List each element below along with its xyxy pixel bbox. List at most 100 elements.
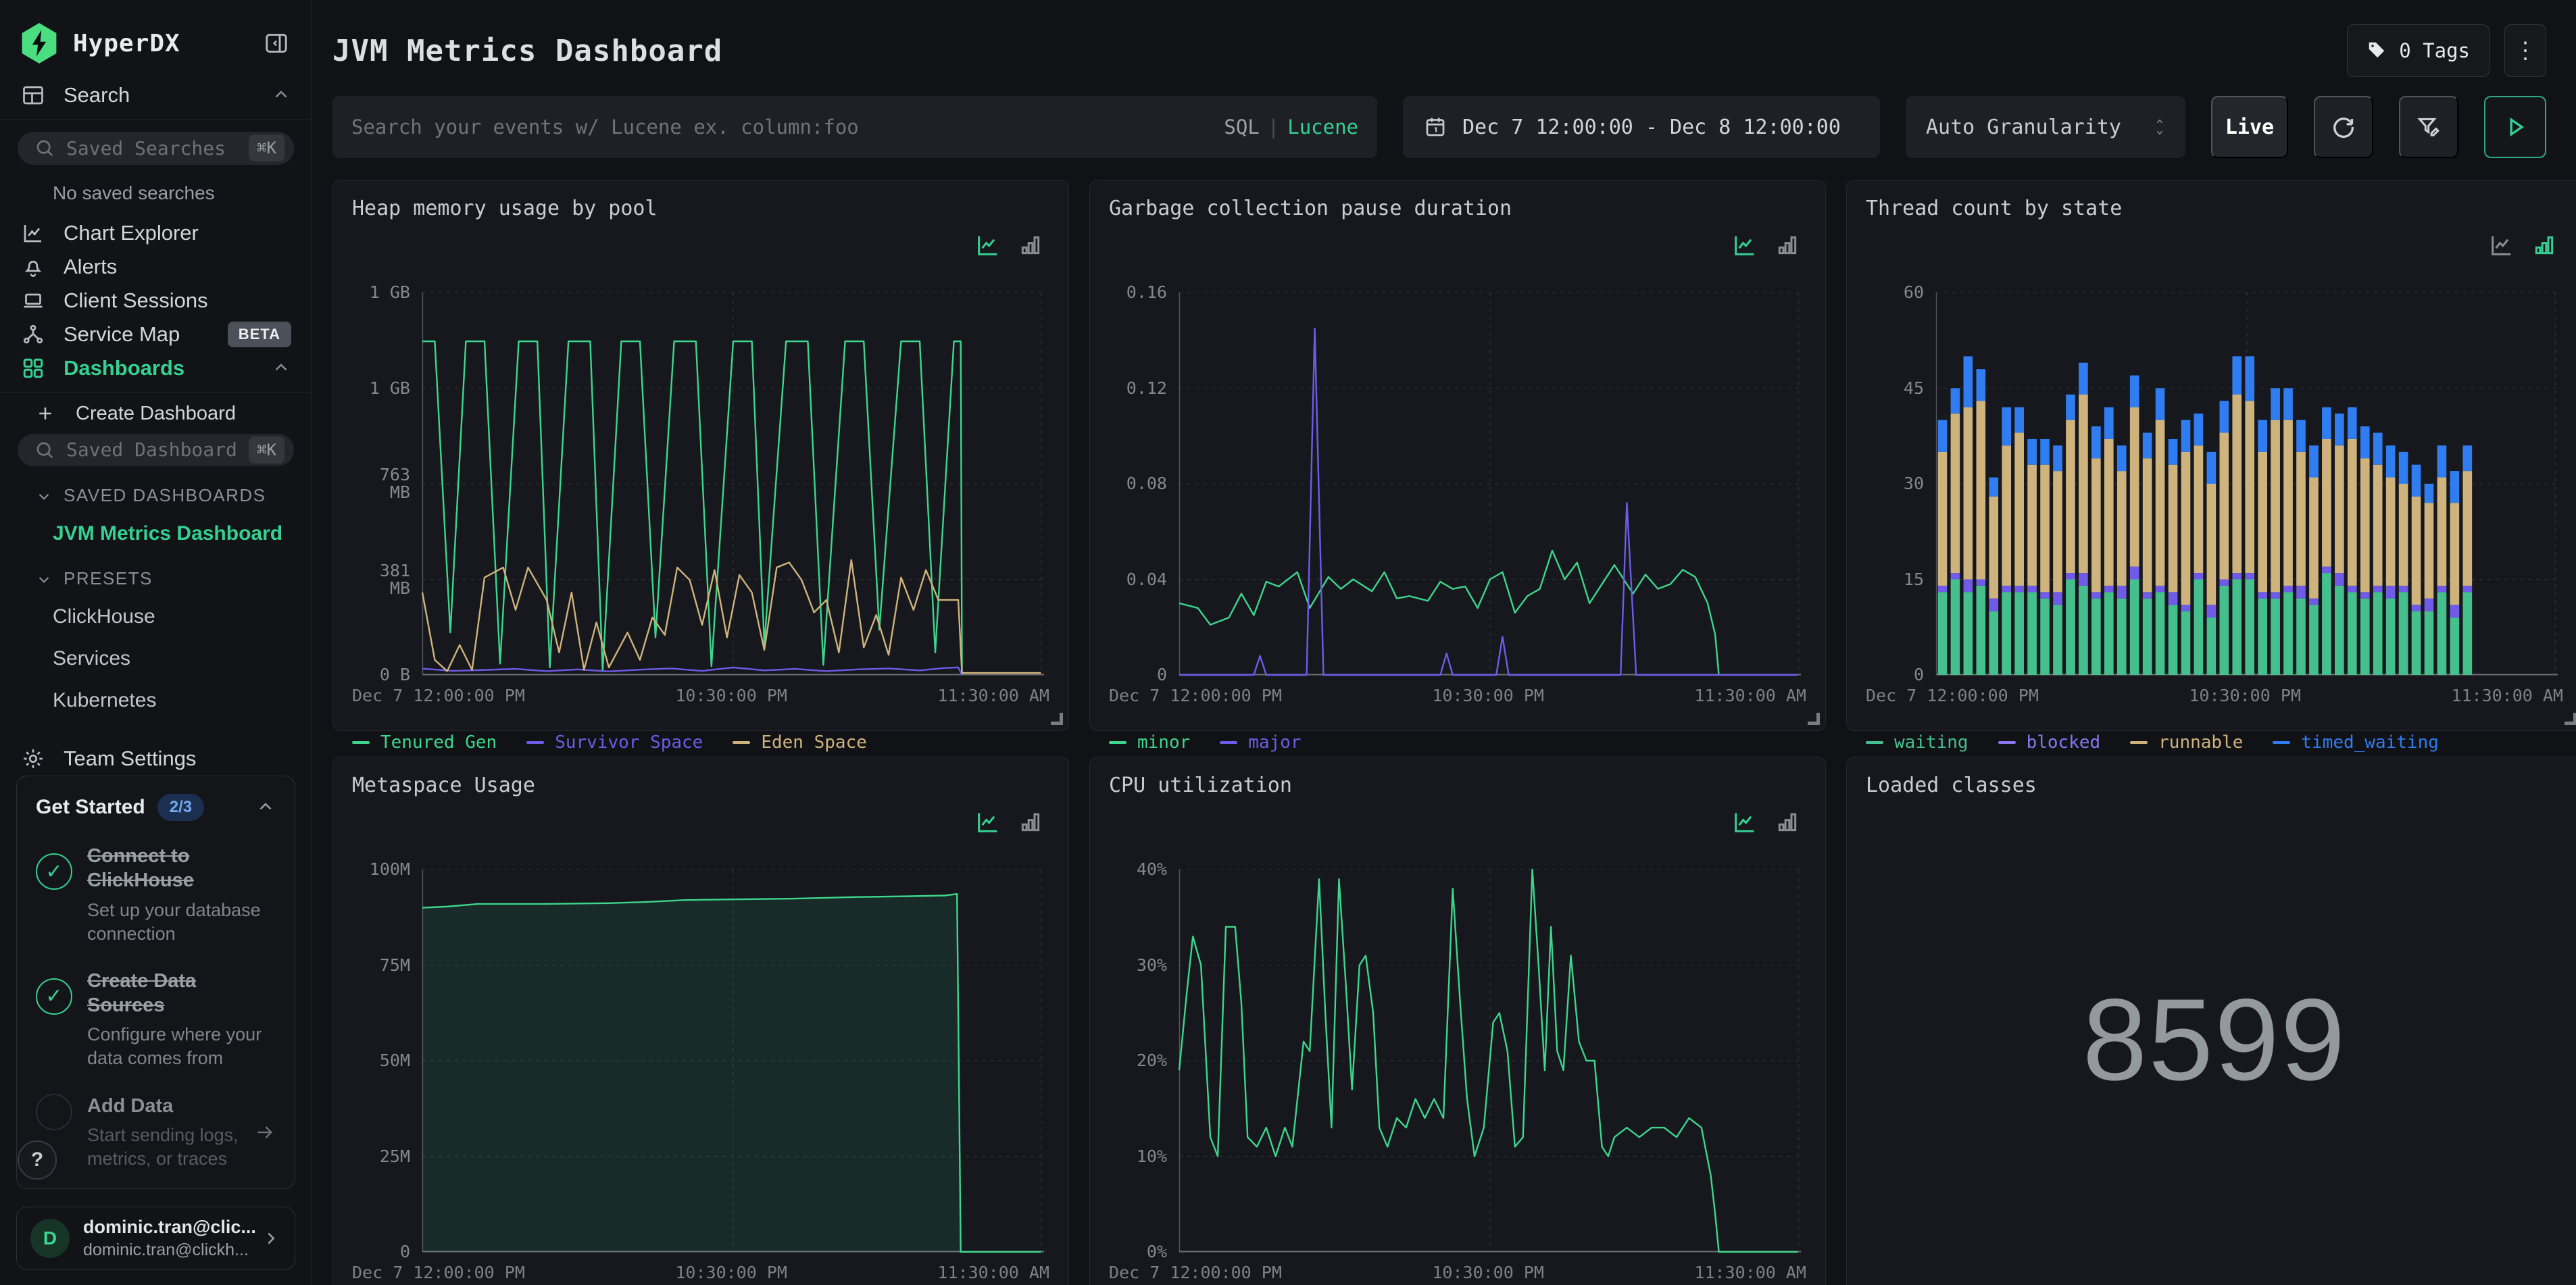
chart-type-toggles (974, 809, 1045, 836)
sidebar-collapse-icon[interactable] (262, 28, 291, 58)
x-tick-label: 11:30:00 AM (937, 1263, 1049, 1282)
panel-menu-button[interactable]: ⋮ (2504, 24, 2546, 77)
x-tick-label: Dec 7 12:00:00 PM (1866, 686, 2039, 705)
task-create-data-sources[interactable]: ✓ Create Data Sources Configure where yo… (36, 969, 276, 1071)
saved-searches-input[interactable]: Saved Searches ⌘K (18, 132, 294, 165)
refresh-button[interactable] (2314, 96, 2373, 158)
metric-value: 8599 (2082, 975, 2347, 1105)
legend-item[interactable]: major (1220, 732, 1302, 753)
task-connect-clickhouse[interactable]: ✓ Connect to ClickHouse Set up your data… (36, 844, 276, 946)
bar-chart-toggle-icon[interactable] (1017, 809, 1045, 836)
legend-swatch-icon (733, 741, 751, 744)
shortcut-badge: ⌘K (249, 436, 284, 463)
laptop-icon (20, 288, 46, 313)
create-dashboard-button[interactable]: Create Dashboard (0, 399, 312, 428)
legend-item[interactable]: waiting (1866, 732, 1968, 753)
legend-label: major (1248, 732, 1302, 753)
chevron-down-icon (39, 576, 49, 583)
sidebar-item-kubernetes[interactable]: Kubernetes (0, 680, 312, 722)
sidebar-item-search[interactable]: Search (0, 78, 312, 112)
bar-chart-toggle-icon[interactable] (2531, 232, 2559, 259)
task-desc: Set up your database connection (87, 899, 261, 944)
user-menu[interactable]: D dominic.tran@clic... dominic.tran@clic… (16, 1206, 295, 1270)
legend-item[interactable]: blocked (1998, 732, 2101, 753)
bar-chart-toggle-icon[interactable] (1774, 232, 1802, 259)
bar-chart-toggle-icon[interactable] (1774, 809, 1802, 836)
sidebar-item-service-map[interactable]: Service Map BETA (0, 318, 312, 351)
play-icon (2502, 114, 2529, 141)
saved-dashboards-section-header[interactable]: SAVED DASHBOARDS (0, 472, 312, 513)
run-query-button[interactable] (2484, 96, 2546, 158)
sidebar-item-chart-explorer[interactable]: Chart Explorer (0, 216, 312, 250)
line-chart-toggle-icon[interactable] (974, 232, 1002, 259)
help-button[interactable]: ? (18, 1140, 57, 1180)
legend-item[interactable]: runnable (2130, 732, 2243, 753)
y-tick-label: 10% (1136, 1146, 1167, 1166)
dashboards-icon (20, 355, 46, 381)
saved-dashboards-input[interactable]: Saved Dashboards ⌘K (18, 433, 294, 467)
y-tick-label: 1 GB (369, 282, 410, 302)
check-circle-icon: ✓ (36, 853, 72, 890)
granularity-select[interactable]: Auto Granularity (1906, 96, 2185, 158)
user-name: dominic.tran@clic... (83, 1216, 256, 1237)
legend-item[interactable]: timed_waiting (2273, 732, 2439, 753)
sidebar-item-label: Chart Explorer (64, 220, 199, 245)
sidebar-item-label: Dashboards (64, 355, 185, 380)
divider (0, 119, 312, 120)
resize-handle[interactable] (2565, 713, 2576, 725)
task-title: Add Data (87, 1094, 174, 1117)
chart-area: 100M 75M 50M 25M 0 (352, 860, 1049, 1261)
line-chart-toggle-icon[interactable] (1731, 232, 1759, 259)
arrow-right-icon (254, 1122, 276, 1143)
legend-item[interactable]: Tenured Gen (352, 732, 497, 753)
no-saved-searches-text: No saved searches (53, 182, 215, 203)
y-axis: 60 45 30 15 0 (1866, 283, 1931, 684)
service-map-icon (20, 322, 46, 347)
event-search-box[interactable]: SQL|Lucene (332, 96, 1377, 158)
lucene-option: Lucene (1287, 116, 1358, 138)
empty-circle-icon (36, 1093, 72, 1130)
tags-button[interactable]: 0 Tags (2347, 24, 2490, 77)
panel-loaded-classes: Loaded classes 8599 (1846, 757, 2576, 1285)
search-section-icon (20, 82, 46, 108)
sidebar-item-label: Alerts (64, 254, 118, 278)
sidebar-item-clickhouse[interactable]: ClickHouse (0, 596, 312, 638)
query-language-toggle[interactable]: SQL | Lucene (1224, 116, 1358, 138)
bar-chart-toggle-icon[interactable] (1017, 232, 1045, 259)
y-tick-label: 1 GB (369, 378, 410, 398)
sidebar-item-client-sessions[interactable]: Client Sessions (0, 284, 312, 318)
chevron-up-icon[interactable] (255, 797, 276, 817)
task-add-data[interactable]: Add Data Start sending logs, metrics, or… (36, 1093, 276, 1171)
live-button[interactable]: Live (2211, 96, 2288, 158)
legend-item[interactable]: Survivor Space (526, 732, 703, 753)
panel-gc-pause: Garbage collection pause duration 0.16 0.1… (1089, 180, 1826, 753)
line-chart-toggle-icon[interactable] (1731, 809, 1759, 836)
legend-item[interactable]: minor (1109, 732, 1190, 753)
sidebar-item-dashboards[interactable]: Dashboards (0, 351, 312, 385)
filter-button[interactable] (2399, 96, 2458, 158)
sidebar-item-services[interactable]: Services (0, 638, 312, 680)
event-search-input[interactable] (351, 116, 1211, 138)
task-title: Create Data Sources (87, 969, 197, 1017)
legend-swatch-icon (2273, 741, 2291, 744)
x-axis-labels: Dec 7 12:00:00 PM 10:30:00 PM 11:30:00 AM (1109, 1263, 1806, 1282)
line-chart-toggle-icon[interactable] (974, 809, 1002, 836)
chart-area: 40% 30% 20% 10% 0% (1109, 860, 1806, 1261)
line-chart-toggle-icon[interactable] (2487, 232, 2516, 259)
panel-head: Garbage collection pause duration (1109, 197, 1806, 259)
presets-section-header[interactable]: PRESETS (0, 555, 312, 596)
sidebar: HyperDX Search Saved Searches ⌘K No save… (0, 0, 312, 1285)
legend-label: blocked (2026, 732, 2101, 753)
sidebar-item-team-settings[interactable]: Team Settings (0, 742, 312, 776)
y-axis: 40% 30% 20% 10% 0% (1109, 860, 1174, 1261)
legend-item[interactable]: Eden Space (733, 732, 867, 753)
check-circle-icon: ✓ (36, 978, 72, 1015)
sidebar-item-jvm-metrics-dashboard[interactable]: JVM Metrics Dashboard (0, 513, 312, 555)
sidebar-item-alerts[interactable]: Alerts (0, 250, 312, 284)
panel-head: Heap memory usage by pool (352, 197, 1049, 259)
resize-handle[interactable] (1808, 713, 1820, 725)
panel-title: Loaded classes (1866, 774, 2037, 797)
resize-handle[interactable] (1051, 713, 1063, 725)
date-range-picker[interactable]: Dec 7 12:00:00 - Dec 8 12:00:00 (1403, 96, 1880, 158)
y-tick-label: 0 (1156, 664, 1167, 684)
